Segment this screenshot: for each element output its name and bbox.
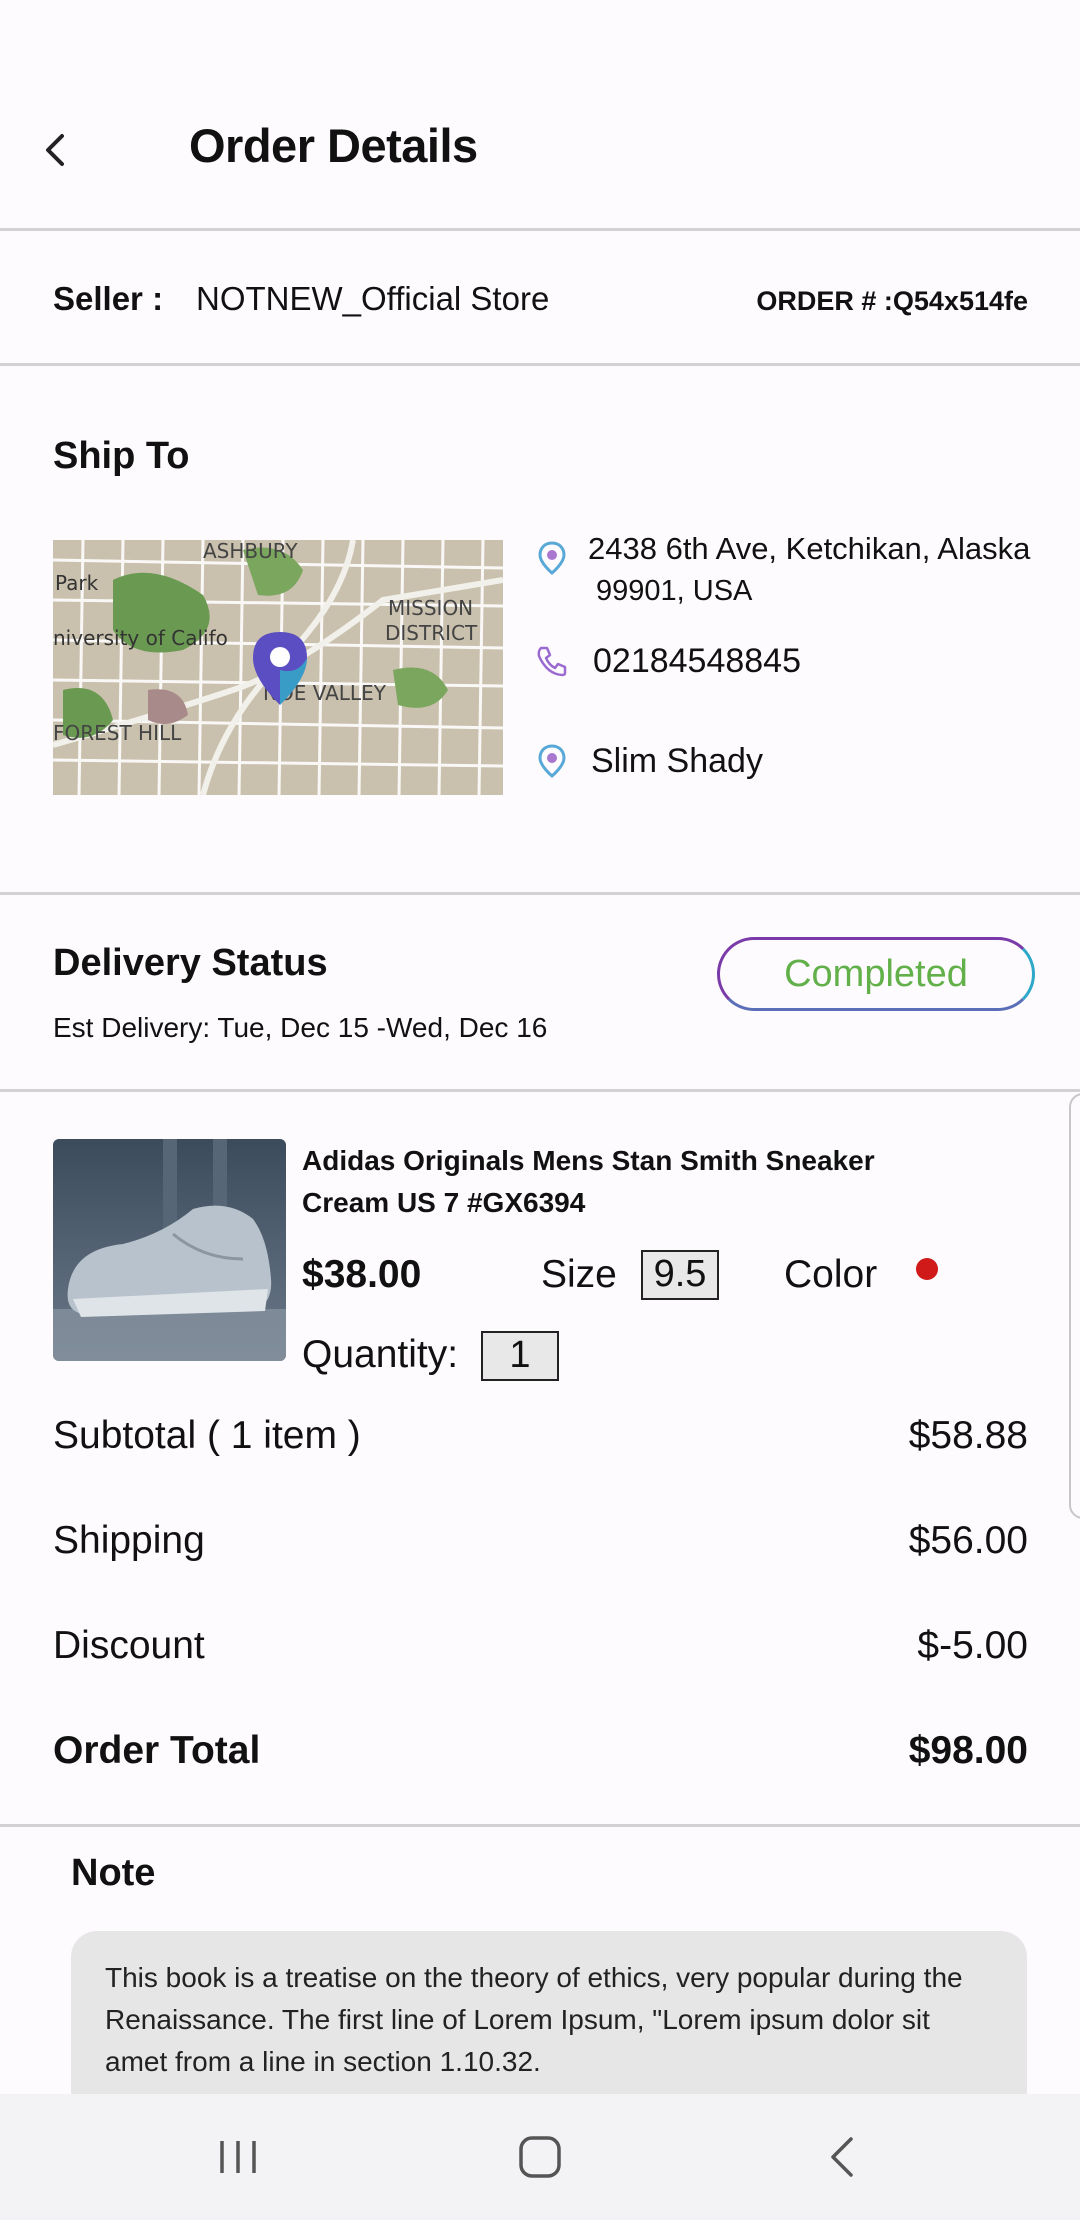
- size-label: Size: [541, 1253, 617, 1296]
- shipping-label: Shipping: [53, 1519, 205, 1562]
- recents-button[interactable]: [158, 2094, 318, 2220]
- recipient-name: Slim Shady: [591, 742, 763, 780]
- location-pin-icon: [532, 538, 572, 578]
- product-image[interactable]: [53, 1139, 286, 1361]
- discount-value: $-5.00: [917, 1624, 1028, 1667]
- map-label-ashbury: ASHBURY: [203, 540, 298, 563]
- system-nav-bar: [0, 2094, 1080, 2220]
- subtotal-label: Subtotal ( 1 item ): [53, 1414, 361, 1457]
- estimated-delivery: Est Delivery: Tue, Dec 15 -Wed, Dec 16: [53, 1012, 548, 1043]
- quantity-value: 1: [481, 1331, 559, 1381]
- shipping-value: $56.00: [908, 1519, 1028, 1562]
- recents-icon: [220, 2141, 256, 2173]
- address-line-2: 99901, USA: [596, 575, 753, 607]
- delivery-divider: [0, 1089, 1080, 1092]
- header-divider: [0, 228, 1080, 231]
- order-total-value: $98.00: [908, 1729, 1028, 1772]
- address-line-1: 2438 6th Ave, Ketchikan, Alaska: [588, 531, 1031, 566]
- home-button[interactable]: [460, 2094, 620, 2220]
- seller-label: Seller :: [53, 280, 164, 317]
- size-value: 9.5: [641, 1250, 719, 1300]
- map-label-university: niversity of Califo: [53, 626, 228, 650]
- ship-to-heading: Ship To: [53, 435, 190, 477]
- order-total-label: Order Total: [53, 1729, 261, 1772]
- map-label-district: DISTRICT: [385, 621, 478, 645]
- seller-divider: [0, 363, 1080, 366]
- note-heading: Note: [71, 1852, 156, 1894]
- back-icon: [831, 2137, 853, 2177]
- map-image: ASHBURY Park niversity of Califo MISSION…: [53, 540, 503, 795]
- status-badge[interactable]: Completed: [717, 937, 1035, 1011]
- recipient-pin-icon: [532, 741, 572, 781]
- page-title: Order Details: [189, 119, 478, 172]
- product-price: $38.00: [302, 1253, 422, 1296]
- home-icon: [519, 2136, 561, 2178]
- map-thumbnail[interactable]: ASHBURY Park niversity of Califo MISSION…: [53, 540, 503, 795]
- map-label-mission: MISSION: [388, 596, 473, 620]
- summary-divider: [0, 1824, 1080, 1827]
- delivery-status-heading: Delivery Status: [53, 942, 328, 984]
- side-panel-handle[interactable]: [1069, 1093, 1080, 1519]
- shipto-divider: [0, 892, 1080, 895]
- phone-number[interactable]: 02184548845: [593, 640, 801, 682]
- subtotal-value: $58.88: [908, 1414, 1028, 1457]
- phone-icon: [532, 641, 572, 681]
- back-button[interactable]: [30, 115, 80, 185]
- nav-back-button[interactable]: [762, 2094, 922, 2220]
- seller-name[interactable]: NOTNEW_Official Store: [196, 280, 549, 318]
- order-number: ORDER # :Q54x514fe: [756, 286, 1028, 316]
- quantity-label: Quantity:: [302, 1333, 459, 1376]
- map-label-forest-hill: FOREST HILL: [53, 721, 182, 745]
- product-name[interactable]: Adidas Originals Mens Stan Smith Sneaker…: [302, 1140, 962, 1224]
- discount-label: Discount: [53, 1624, 205, 1667]
- color-swatch: [916, 1258, 938, 1280]
- chevron-left-icon: [46, 134, 64, 166]
- map-label-park: Park: [55, 571, 99, 595]
- color-label: Color: [784, 1253, 878, 1296]
